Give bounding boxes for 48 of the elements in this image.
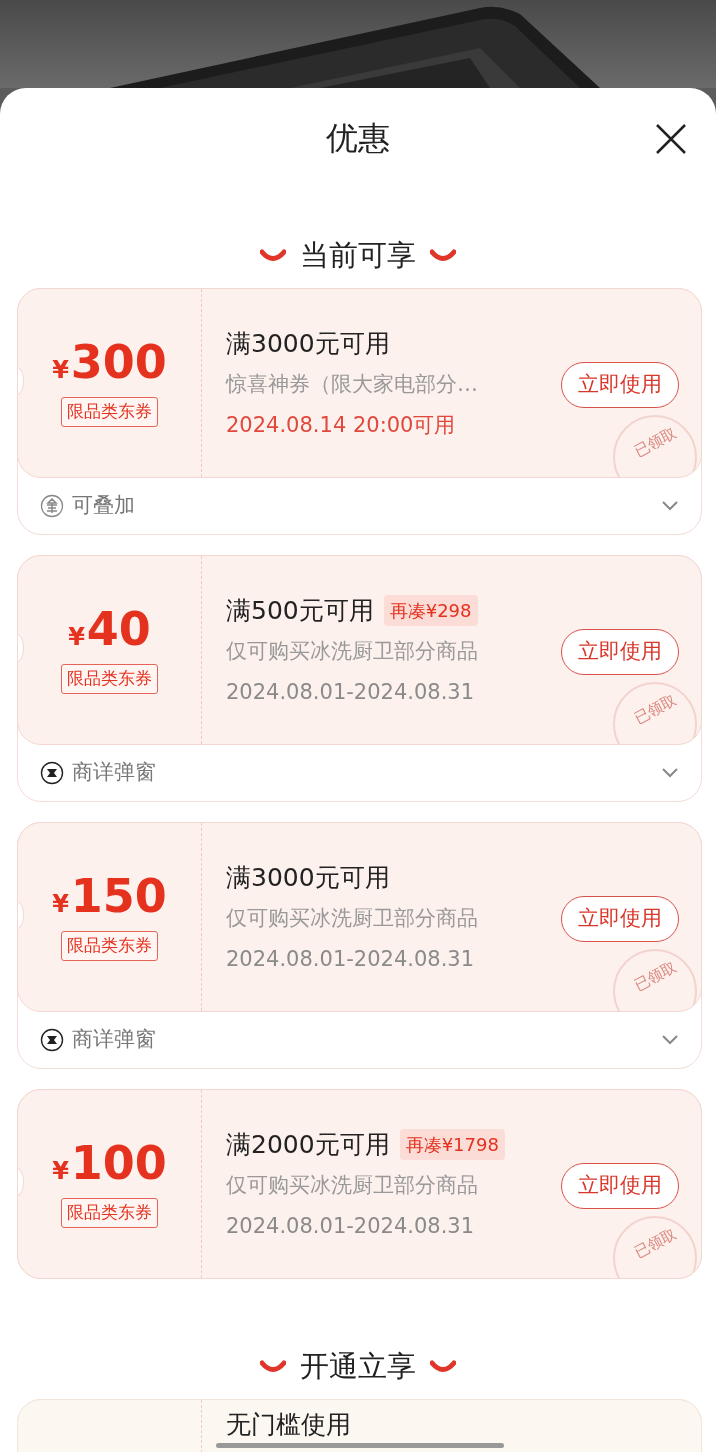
use-button[interactable]: 立即使用 — [561, 896, 679, 942]
coupon-condition: 无门槛使用 — [226, 1409, 351, 1441]
coupon-feature: 商详弹窗 — [72, 758, 156, 786]
coupon-amount: ¥100 — [52, 1140, 167, 1187]
smile-icon — [260, 1360, 286, 1374]
chevron-down-icon[interactable] — [661, 1033, 679, 1046]
shortfall-tag: 再凑¥1798 — [399, 1129, 505, 1161]
use-button[interactable]: 立即使用 — [561, 362, 679, 408]
use-button[interactable]: 立即使用 — [561, 629, 679, 675]
coupon-description: 仅可购买冰洗厨卫部分商品 — [226, 1171, 479, 1199]
smile-icon — [260, 249, 286, 263]
coupon-description: 惊喜神券（限大家电部分… — [226, 370, 479, 398]
section-title: 当前可享 — [300, 237, 416, 275]
ticket-icon — [40, 760, 64, 785]
close-icon[interactable] — [654, 122, 688, 156]
chevron-down-icon[interactable] — [661, 499, 679, 512]
coupon-condition: 满3000元可用 — [226, 862, 390, 894]
ticket-icon — [40, 1027, 64, 1052]
claimed-stamp: 已领取 — [613, 415, 697, 477]
coupon-amount: ¥40 — [68, 606, 151, 653]
coupon-tag: 限品类东券 — [61, 1198, 158, 1228]
smile-icon — [430, 1360, 456, 1374]
coupon-amount: ¥300 — [52, 339, 167, 386]
coupon-feature: 商详弹窗 — [72, 1025, 156, 1053]
coupon-tag: 限品类东券 — [61, 931, 158, 961]
coupon-date: 2024.08.01-2024.08.31 — [226, 946, 476, 973]
coupon-date: 2024.08.01-2024.08.31 — [226, 1213, 476, 1240]
sheet-title: 优惠 — [326, 118, 390, 159]
coupon-date: 2024.08.01-2024.08.31 — [226, 679, 476, 706]
coupon-tag: 限品类东券 — [61, 664, 158, 694]
coupon-feature: 可叠加 — [72, 491, 135, 519]
shortfall-tag: 再凑¥298 — [383, 595, 478, 627]
use-button[interactable]: 立即使用 — [561, 1163, 679, 1209]
coupon-description: 仅可购买冰洗厨卫部分商品 — [226, 904, 479, 932]
smile-icon — [430, 249, 456, 263]
claimed-stamp: 已领取 — [613, 949, 697, 1011]
coupon-condition: 满3000元可用 — [226, 328, 390, 360]
claimed-stamp: 已领取 — [613, 1216, 697, 1278]
coupon-amount: ¥150 — [52, 873, 167, 920]
coupon-condition: 满2000元可用 — [226, 1129, 390, 1161]
coupon-condition: 满500元可用 — [226, 595, 374, 627]
coupon-tag: 限品类东券 — [61, 397, 158, 427]
coupon-date: 2024.08.14 20:00可用 — [226, 412, 457, 439]
chevron-down-icon[interactable] — [661, 766, 679, 779]
coupon-description: 仅可购买冰洗厨卫部分商品 — [226, 637, 479, 665]
stack-icon — [40, 493, 64, 518]
claimed-stamp: 已领取 — [613, 682, 697, 744]
section-title: 开通立享 — [300, 1348, 416, 1386]
